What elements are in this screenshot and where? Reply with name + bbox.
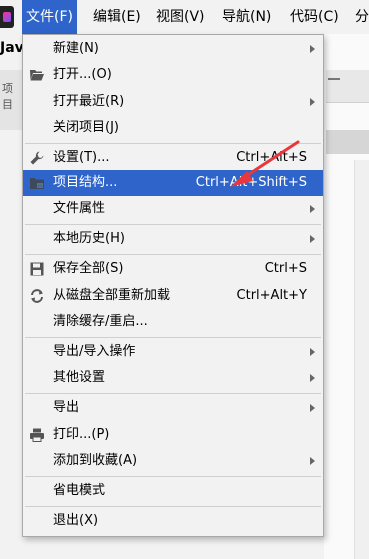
project-tool-tab-label: 项目 [2, 82, 13, 111]
menu-item-open[interactable]: 打开...(O) [23, 62, 323, 88]
menu-item-label: 打开...(O) [53, 67, 112, 82]
menu-item-label: 打开最近(R) [53, 94, 125, 109]
menubar: 文件(F) 编辑(E) 视图(V) 导航(N) 代码(C) 分 [0, 0, 369, 35]
menu-item-recent[interactable]: 打开最近(R) [23, 89, 323, 115]
printer-icon [30, 428, 44, 442]
submenu-arrow-icon [310, 235, 315, 243]
editor-selected-row [326, 130, 369, 154]
menu-item-label: 本地历史(H) [53, 231, 125, 246]
menu-item-label: 退出(X) [53, 513, 99, 528]
submenu-arrow-icon [310, 348, 315, 356]
save-icon [30, 262, 44, 276]
menu-item-save-all[interactable]: 保存全部(S) Ctrl+S [23, 256, 323, 282]
submenu-arrow-icon [310, 457, 315, 465]
menu-item-invalidate-caches[interactable]: 清除缓存/重启... [23, 309, 323, 335]
menu-item-print[interactable]: 打印...(P) [23, 422, 323, 448]
menu-item-label: 文件属性 [53, 201, 106, 216]
menu-item-label: 添加到收藏(A) [53, 453, 138, 468]
menu-separator [25, 224, 321, 225]
menu-item-label: 打印...(P) [53, 427, 110, 442]
menu-item-shortcut: Ctrl+Alt+Y [236, 288, 307, 303]
menu-item-label: 省电模式 [53, 483, 106, 498]
menu-item-shortcut: Ctrl+Alt+Shift+S [195, 175, 307, 190]
submenu-arrow-icon [310, 205, 315, 213]
menu-separator [25, 337, 321, 338]
menu-item-other-settings[interactable]: 其他设置 [23, 365, 323, 391]
menu-separator [25, 143, 321, 144]
menu-code[interactable]: 代码(C) [286, 0, 343, 34]
menu-view[interactable]: 视图(V) [152, 0, 209, 34]
menu-separator [25, 254, 321, 255]
menu-edit[interactable]: 编辑(E) [89, 0, 145, 34]
menu-separator [25, 393, 321, 394]
menu-file[interactable]: 文件(F) [22, 0, 77, 34]
menu-item-label: 导出/导入操作 [53, 344, 136, 359]
menu-item-label: 新建(N) [53, 41, 99, 56]
editor-scrollbar[interactable] [354, 160, 369, 559]
folder-open-icon [30, 70, 44, 81]
submenu-arrow-icon [310, 374, 315, 382]
menu-item-label: 其他设置 [53, 370, 106, 385]
menu-item-label: 导出 [53, 400, 80, 415]
menu-item-export[interactable]: 导出 [23, 395, 323, 421]
menu-analyze[interactable]: 分 [351, 0, 369, 34]
menu-item-label: 设置(T)... [53, 150, 110, 165]
menu-separator [25, 506, 321, 507]
menu-item-project-structure[interactable]: 项目结构... Ctrl+Alt+Shift+S [23, 170, 323, 196]
intellij-logo-icon [0, 6, 14, 28]
minimize-icon[interactable] [328, 78, 340, 80]
menu-item-local-history[interactable]: 本地历史(H) [23, 226, 323, 252]
menu-separator [25, 476, 321, 477]
project-name-label: Jav [0, 40, 24, 56]
wrench-icon [30, 151, 44, 165]
menu-item-exit[interactable]: 退出(X) [23, 508, 323, 534]
project-tool-tab[interactable]: 项目 [0, 70, 23, 130]
menu-item-close-project[interactable]: 关闭项目(J) [23, 115, 323, 141]
menu-item-reload-from-disk[interactable]: 从磁盘全部重新加载 Ctrl+Alt+Y [23, 283, 323, 309]
menu-item-label: 关闭项目(J) [53, 120, 119, 135]
menu-item-label: 保存全部(S) [53, 261, 124, 276]
project-structure-icon [30, 178, 44, 189]
file-menu-dropdown: 新建(N) 打开...(O) 打开最近(R) 关闭项目(J) 设置(T)... … [22, 34, 324, 537]
menu-item-power-save-mode[interactable]: 省电模式 [23, 478, 323, 504]
menu-item-settings[interactable]: 设置(T)... Ctrl+Alt+S [23, 145, 323, 171]
menu-item-shortcut: Ctrl+S [264, 261, 307, 276]
menu-item-label: 从磁盘全部重新加载 [53, 288, 171, 303]
menu-item-file-properties[interactable]: 文件属性 [23, 196, 323, 222]
editor-tab-bar [326, 70, 369, 103]
submenu-arrow-icon [310, 98, 315, 106]
submenu-arrow-icon [310, 45, 315, 53]
menu-item-export-import-actions[interactable]: 导出/导入操作 [23, 339, 323, 365]
menu-item-shortcut: Ctrl+Alt+S [236, 150, 307, 165]
menu-item-label: 项目结构... [53, 175, 118, 190]
menu-item-label: 清除缓存/重启... [53, 314, 148, 329]
reload-icon [31, 289, 43, 303]
menu-item-new[interactable]: 新建(N) [23, 36, 323, 62]
menu-item-add-to-favorites[interactable]: 添加到收藏(A) [23, 448, 323, 474]
submenu-arrow-icon [310, 404, 315, 412]
menu-navigate[interactable]: 导航(N) [218, 0, 275, 34]
